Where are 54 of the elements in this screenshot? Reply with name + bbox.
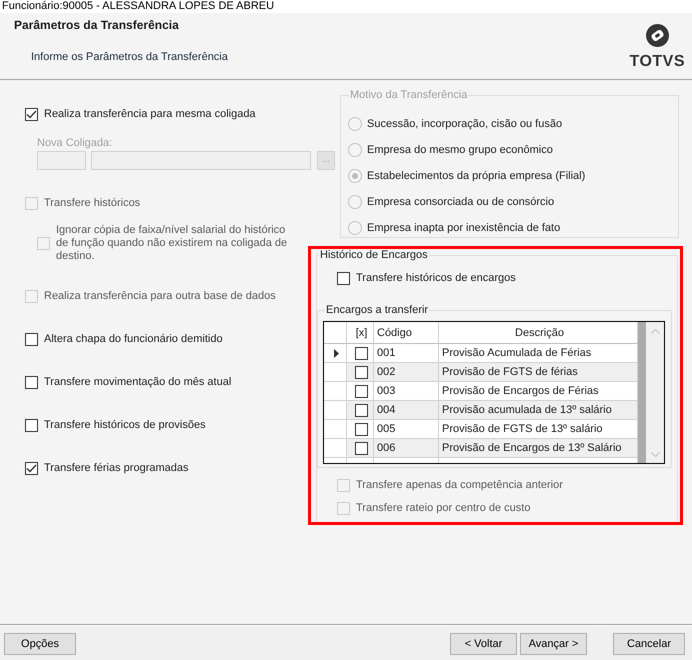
group-title: Histórico de Encargos [319, 249, 429, 262]
page-title: Parâmetros da Transferência [14, 19, 179, 32]
checkbox[interactable] [355, 422, 368, 436]
checkbox[interactable] [355, 384, 368, 398]
checkbox-label: Transfere apenas da competência anterior [356, 478, 563, 492]
column-header[interactable]: Descrição [439, 322, 638, 344]
checkmark-icon [26, 110, 37, 118]
cancel-button[interactable]: Cancelar [613, 633, 685, 655]
corner-header [324, 322, 347, 344]
column-header[interactable]: [x] [347, 322, 374, 344]
checkbox-label: Transfere históricos [44, 196, 140, 210]
radio-label: Sucessão, incorporação, cisão ou fusão [367, 118, 562, 130]
checkbox[interactable] [355, 346, 368, 360]
row-pointer-icon [334, 348, 339, 358]
row-header[interactable] [324, 344, 347, 363]
checkbox-label: Transfere rateio por centro de custo [356, 502, 530, 514]
scrollbar[interactable] [646, 322, 664, 463]
name-input-field[interactable] [91, 151, 311, 170]
group-title: Motivo da Transferência [349, 89, 468, 102]
checkbox-label: Realiza transferência para outra base de dados [44, 290, 276, 302]
chevron-down-icon[interactable] [650, 452, 660, 457]
field-label: Nova Coligada: [37, 136, 114, 150]
checkbox-label: Transfere movimentação do mês atual [44, 376, 232, 388]
nav-button[interactable]: Avançar > [520, 633, 587, 655]
nav-button[interactable]: < Voltar [450, 633, 517, 655]
checkbox[interactable] [25, 462, 38, 474]
logo-text: TOTVS [629, 54, 685, 70]
checkbox[interactable] [337, 272, 350, 284]
checkbox[interactable] [25, 376, 38, 388]
logo-icon [646, 24, 669, 47]
column-header[interactable]: Código [374, 322, 439, 344]
checkbox[interactable] [355, 404, 368, 416]
checkbox[interactable] [25, 332, 38, 346]
checkbox-label: Altera chapa do funcionário demitido [44, 332, 223, 346]
checkbox[interactable] [355, 366, 368, 378]
radio-label: Empresa consorciada ou de consórcio [367, 196, 554, 208]
checkbox-label: Transfere históricos de encargos [356, 272, 516, 284]
checkbox-label: Realiza transferência para mesma coligada [44, 108, 256, 120]
checkbox-label: Transfere férias programadas [44, 462, 188, 474]
radio-label: Empresa inapta por inexistência de fato [367, 222, 560, 234]
group-title: Encargos a transferir [325, 304, 430, 317]
checkmark-icon [26, 464, 37, 472]
options-button[interactable]: Opções [4, 633, 76, 655]
chevron-up-icon[interactable] [650, 329, 660, 334]
checkbox[interactable] [355, 442, 368, 454]
checkbox[interactable] [25, 418, 38, 432]
window-title: Funcionário:90005 - ALESSANDRA LOPES DE ABREU [2, 0, 274, 13]
checkbox-label: Ignorar cópia de faixa/nível salarial do histórico de função quando não existirem na coligada de destino. [56, 224, 288, 263]
radio-label: Empresa do mesmo grupo econômico [367, 144, 553, 156]
checkbox-label: Transfere históricos de provisões [44, 418, 206, 432]
radio-label: Estabelecimentos da própria empresa (Filial) [367, 170, 586, 182]
page-subtitle: Informe os Parâmetros da Transferência [31, 51, 228, 64]
code-input-field[interactable] [37, 151, 86, 170]
checkbox[interactable] [25, 108, 38, 120]
